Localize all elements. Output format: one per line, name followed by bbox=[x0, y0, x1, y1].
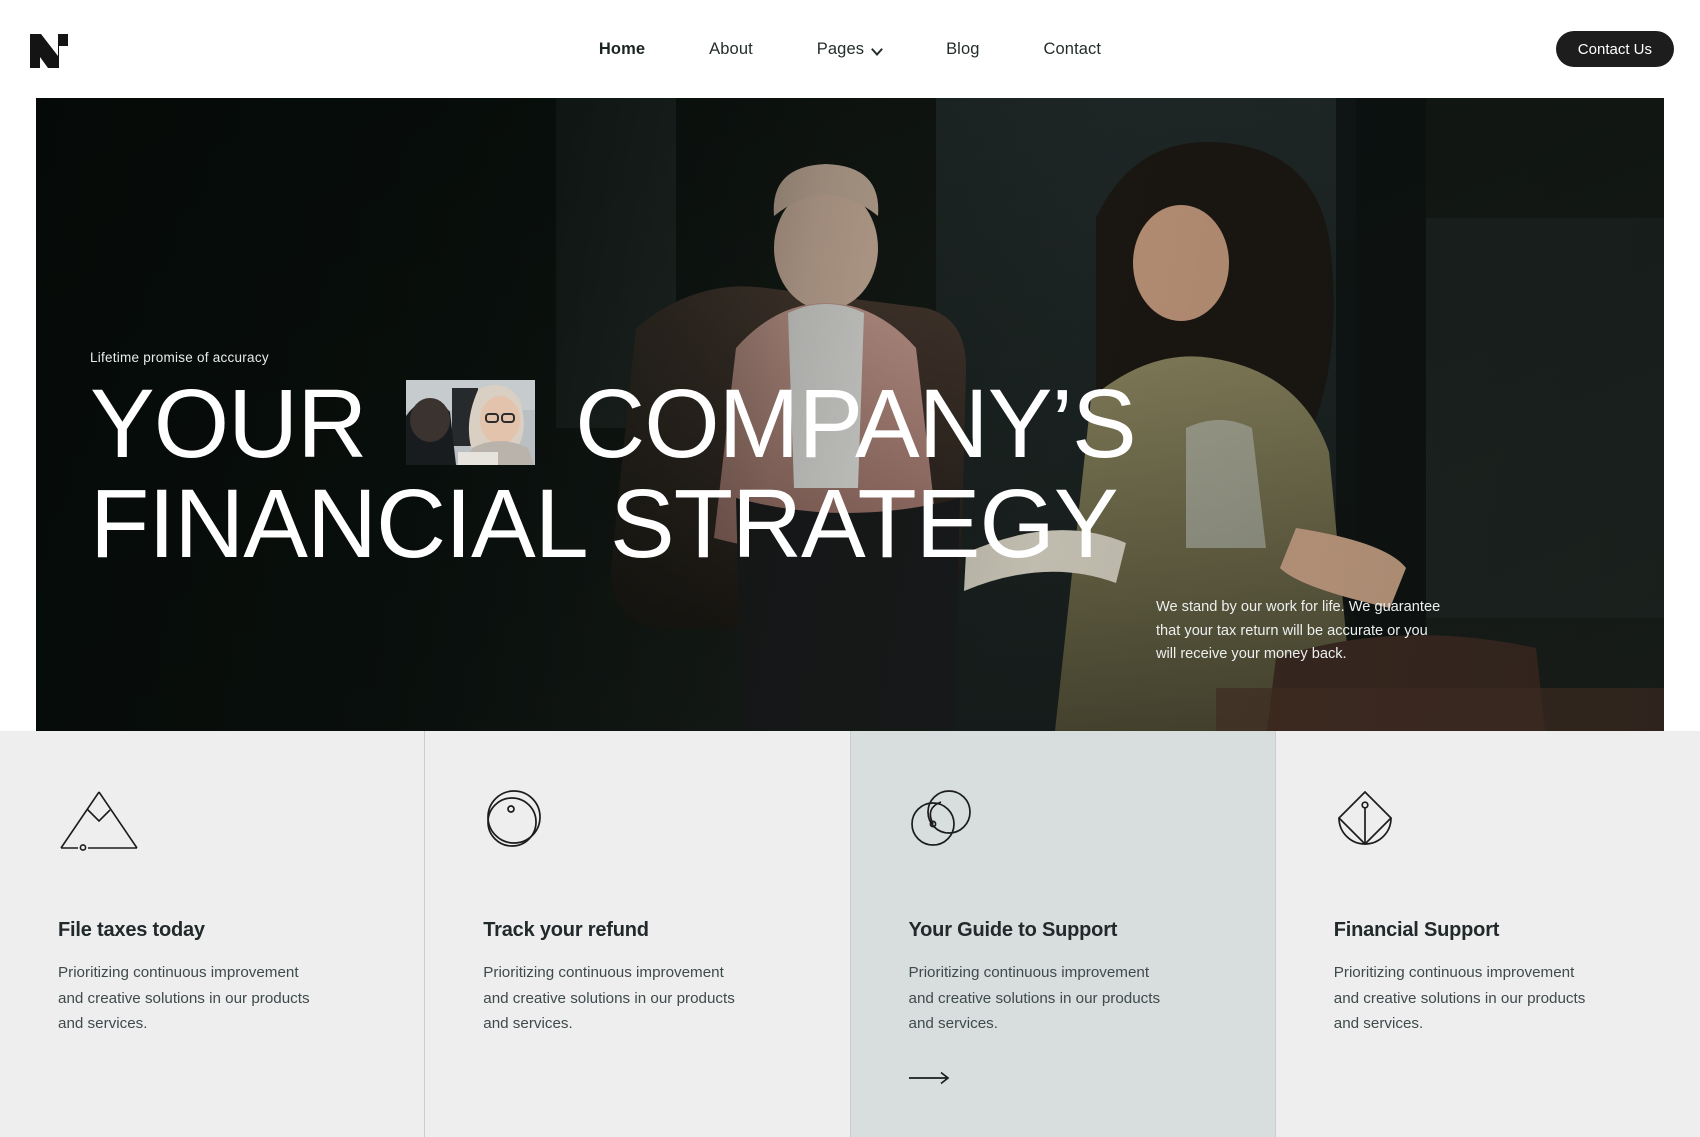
nav-item-contact[interactable]: Contact bbox=[1012, 40, 1134, 59]
hero-section: Lifetime promise of accuracy YOUR COMPAN… bbox=[36, 98, 1664, 731]
headline-part1: YOUR bbox=[90, 369, 367, 478]
feature-card-file-taxes[interactable]: File taxes today Prioritizing continuous… bbox=[0, 731, 425, 1137]
feature-card-guide-support[interactable]: Your Guide to Support Prioritizing conti… bbox=[849, 731, 1275, 1137]
headline-part2: COMPANY’S bbox=[575, 369, 1136, 478]
card-description: Prioritizing continuous improvement and … bbox=[483, 964, 735, 1033]
site-header: Home About Pages Blog Contact Contact Us bbox=[0, 0, 1700, 98]
hero-eyebrow: Lifetime promise of accuracy bbox=[90, 350, 269, 365]
card-title: Financial Support bbox=[1333, 919, 1500, 941]
card-description: Prioritizing continuous improvement and … bbox=[58, 964, 310, 1033]
card-description: Prioritizing continuous improvement and … bbox=[1333, 964, 1586, 1033]
hero-guarantee-note: We stand by our work for life. We guaran… bbox=[1156, 599, 1441, 663]
feature-card-financial-support[interactable]: Financial Support Prioritizing continuou… bbox=[1274, 731, 1700, 1137]
nav-item-label: Pages bbox=[816, 39, 865, 58]
venn-circles-icon bbox=[909, 789, 1217, 867]
main-navigation: Home About Pages Blog Contact bbox=[0, 40, 1700, 59]
nav-item-label: Blog bbox=[946, 39, 980, 58]
kite-shield-icon bbox=[1334, 789, 1642, 867]
nav-item-label: Contact bbox=[1043, 39, 1102, 58]
arrow-right-icon[interactable] bbox=[908, 1071, 951, 1090]
card-title: Track your refund bbox=[483, 919, 649, 941]
feature-cards: File taxes today Prioritizing continuous… bbox=[0, 731, 1700, 1137]
card-title: File taxes today bbox=[58, 919, 205, 941]
chevron-down-icon bbox=[871, 44, 883, 56]
nav-item-about[interactable]: About bbox=[677, 40, 785, 59]
hero-headline-line2: FINANCIAL STRATEGY bbox=[90, 469, 1119, 579]
nav-item-label: About bbox=[709, 39, 753, 58]
mountain-peak-icon bbox=[58, 789, 366, 867]
hero-inline-photo bbox=[406, 380, 536, 465]
hero-content: Lifetime promise of accuracy YOUR COMPAN… bbox=[90, 350, 1664, 572]
contact-us-button[interactable]: Contact Us bbox=[1555, 31, 1674, 67]
card-description: Prioritizing continuous improvement and … bbox=[908, 964, 1161, 1033]
hero-headline-line1: YOUR COMPANY’S bbox=[90, 375, 1664, 472]
nav-item-pages[interactable]: Pages bbox=[785, 40, 914, 59]
nav-item-home[interactable]: Home bbox=[567, 40, 677, 59]
overlapping-circles-icon bbox=[483, 789, 791, 867]
feature-card-track-refund[interactable]: Track your refund Prioritizing continuou… bbox=[424, 731, 850, 1137]
nav-item-label: Home bbox=[598, 39, 646, 58]
nav-item-blog[interactable]: Blog bbox=[914, 40, 1011, 59]
card-title: Your Guide to Support bbox=[908, 919, 1118, 941]
